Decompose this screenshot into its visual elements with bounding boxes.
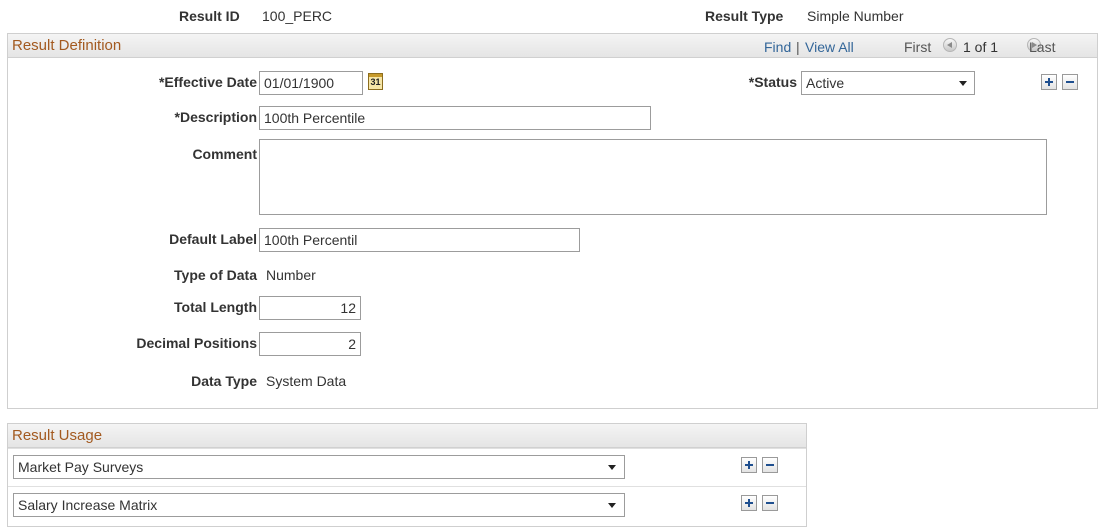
description-input[interactable]: 100th Percentile [259,106,651,130]
result-usage-header: Result Usage [8,424,806,448]
result-type-label: Result Type [705,8,784,24]
delete-row-icon[interactable] [762,457,778,473]
last-link[interactable]: Last [1029,39,1055,55]
decimal-positions-input[interactable]: 2 [259,332,361,356]
add-row-icon[interactable] [741,457,757,473]
chevron-down-icon [959,81,967,86]
result-definition-section: Result Definition Find | View All First … [7,33,1098,409]
decimal-positions-label: Decimal Positions [136,335,257,351]
chevron-down-icon [608,503,616,508]
first-link[interactable]: First [904,39,931,55]
data-type-label: Data Type [191,373,257,389]
status-label: *Status [748,74,797,90]
default-label-label: Default Label [169,231,257,247]
chevron-down-icon [608,465,616,470]
status-select[interactable]: Active [801,71,975,95]
comment-textarea[interactable] [259,139,1047,215]
result-id-label: Result ID [179,8,240,24]
add-row-icon[interactable] [1041,74,1057,90]
total-length-input[interactable]: 12 [259,296,361,320]
result-id-value: 100_PERC [262,8,333,24]
data-type-value: System Data [266,373,347,389]
view-all-link[interactable]: View All [805,39,854,55]
effective-date-input[interactable]: 01/01/1900 [259,71,363,95]
usage-select[interactable]: Market Pay Surveys [13,455,625,479]
calendar-icon[interactable]: 31 [368,73,383,90]
result-type-value: Simple Number [807,8,904,24]
result-usage-title: Result Usage [12,427,103,444]
comment-label: Comment [192,146,257,162]
type-of-data-label: Type of Data [174,267,257,283]
total-length-label: Total Length [174,299,257,315]
delete-row-icon[interactable] [762,495,778,511]
description-label: *Description [174,109,257,125]
result-definition-title: Result Definition [12,37,122,54]
result-usage-section: Result Usage Market Pay Surveys Salary I… [7,423,807,527]
type-of-data-value: Number [266,267,316,283]
status-value: Active [806,75,845,91]
usage-value: Market Pay Surveys [18,459,144,475]
default-label-input[interactable]: 100th Percentil [259,228,580,252]
add-row-icon[interactable] [741,495,757,511]
usage-row: Salary Increase Matrix [8,486,806,522]
nav-separator: | [796,39,800,55]
delete-row-icon[interactable] [1062,74,1078,90]
effective-date-label: *Effective Date [158,74,257,90]
page-counter: 1 of 1 [963,39,999,55]
usage-select[interactable]: Salary Increase Matrix [13,493,625,517]
result-definition-header: Result Definition Find | View All First … [8,34,1097,58]
previous-icon[interactable] [943,38,957,52]
find-link[interactable]: Find [764,39,791,55]
usage-row: Market Pay Surveys [8,448,806,484]
usage-value: Salary Increase Matrix [18,497,158,513]
